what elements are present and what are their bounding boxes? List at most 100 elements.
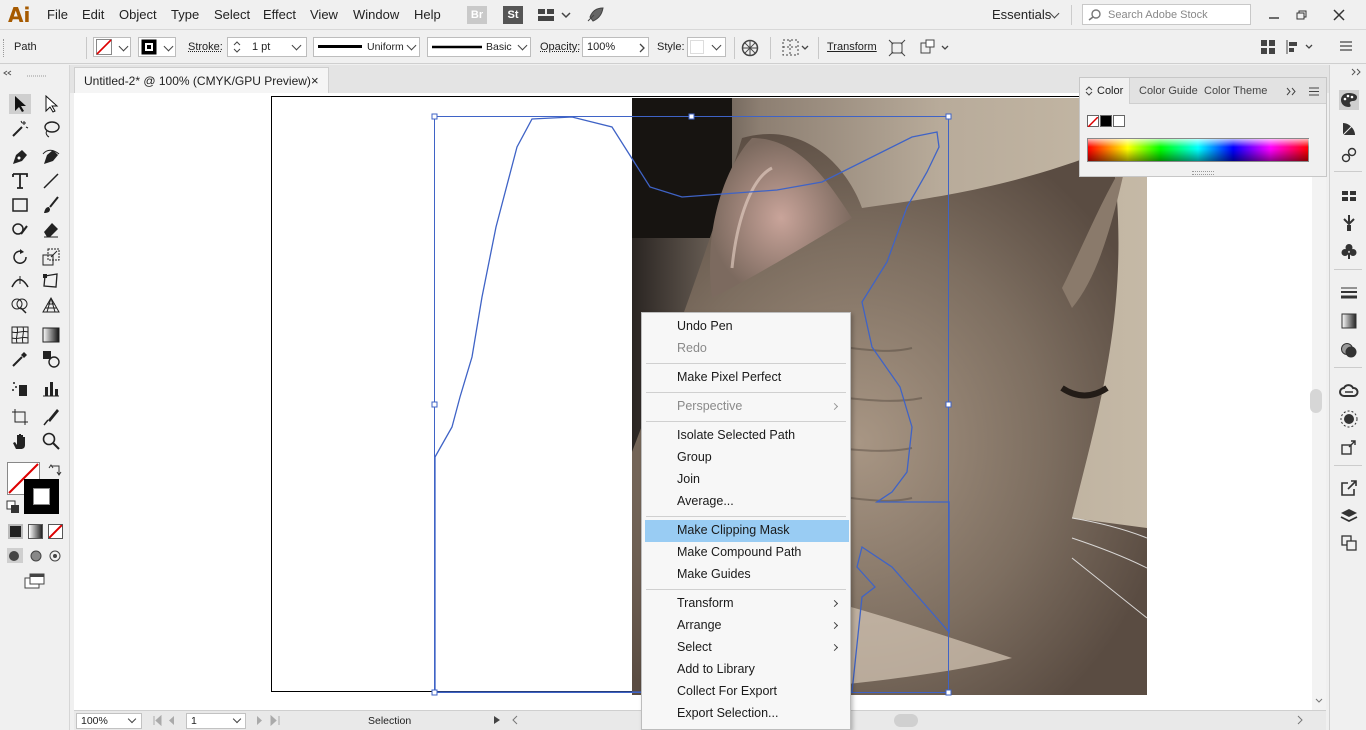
lasso-tool[interactable] xyxy=(40,119,62,139)
ctx-average[interactable]: Average... xyxy=(643,491,849,513)
slice-tool[interactable] xyxy=(40,407,62,427)
horizontal-scroll-thumb[interactable] xyxy=(894,714,918,727)
rotate-tool[interactable] xyxy=(9,247,31,267)
vertical-scroll-thumb[interactable] xyxy=(1310,389,1322,413)
scroll-left-arrow-icon[interactable] xyxy=(511,715,519,725)
zoom-level-dropdown[interactable]: 100% xyxy=(76,713,142,729)
blend-tool[interactable] xyxy=(40,349,62,369)
zoom-tool[interactable] xyxy=(40,431,62,451)
restore-button[interactable] xyxy=(1292,6,1312,24)
swatches-button[interactable] xyxy=(1339,186,1359,206)
ctx-arrange[interactable]: Arrange xyxy=(643,615,849,637)
stock-button[interactable]: St xyxy=(503,6,523,24)
vertical-scrollbar[interactable] xyxy=(1310,93,1326,710)
opacity-field[interactable]: 100% xyxy=(582,37,649,57)
free-transform-tool[interactable] xyxy=(40,271,62,291)
color-themes-button[interactable] xyxy=(1339,145,1359,165)
stroke-panel-button[interactable] xyxy=(1339,283,1359,303)
ctx-isolate-selected-path[interactable]: Isolate Selected Path xyxy=(643,425,849,447)
control-bar-menu-button[interactable] xyxy=(1338,39,1354,56)
stroke-swatch-dropdown[interactable] xyxy=(138,37,176,57)
default-fill-stroke-button[interactable] xyxy=(6,500,20,517)
stroke-weight-field[interactable]: 1 pt xyxy=(227,37,307,57)
bridge-button[interactable]: Br xyxy=(467,6,487,24)
color-spectrum-bar[interactable] xyxy=(1087,138,1310,162)
arrange-documents-button[interactable] xyxy=(536,6,572,24)
close-tab-button[interactable]: × xyxy=(311,73,319,88)
menu-view[interactable]: View xyxy=(310,7,338,22)
screen-mode-button[interactable] xyxy=(24,573,46,592)
export-button[interactable] xyxy=(1339,478,1359,498)
ctx-transform[interactable]: Transform xyxy=(643,593,849,615)
menu-edit[interactable]: Edit xyxy=(82,7,104,22)
ctx-collect-for-export[interactable]: Collect For Export xyxy=(643,681,849,703)
tab-color-guide[interactable]: Color Guide xyxy=(1139,85,1198,97)
eraser-tool[interactable] xyxy=(40,219,62,239)
artboard-tool[interactable] xyxy=(9,407,31,427)
ctx-make-compound-path[interactable]: Make Compound Path xyxy=(643,542,849,564)
brush-definition-dropdown[interactable]: Basic xyxy=(427,37,531,57)
draw-behind-button[interactable] xyxy=(28,548,44,566)
color-mode-button[interactable] xyxy=(8,524,23,539)
artboards-button[interactable] xyxy=(1339,533,1359,553)
tools-panel-header[interactable] xyxy=(3,67,69,77)
asset-export-button[interactable] xyxy=(1339,437,1359,457)
type-tool[interactable] xyxy=(9,171,31,191)
menu-window[interactable]: Window xyxy=(353,7,399,22)
scroll-down-arrow-icon[interactable] xyxy=(1315,698,1323,704)
symbols-button[interactable] xyxy=(1339,241,1359,261)
ctx-select[interactable]: Select xyxy=(643,637,849,659)
shape-builder-tool[interactable] xyxy=(9,295,31,315)
eyedropper-tool[interactable] xyxy=(9,349,31,369)
gradient-mode-button[interactable] xyxy=(28,524,43,539)
scroll-right-arrow-icon[interactable] xyxy=(1296,715,1304,725)
panel-fill-none-swatch[interactable] xyxy=(1087,115,1099,128)
perspective-grid-tool[interactable] xyxy=(40,295,62,315)
variable-width-profile-dropdown[interactable]: Uniform xyxy=(313,37,420,57)
menu-file[interactable]: File xyxy=(47,7,68,22)
rectangle-tool[interactable] xyxy=(9,195,31,215)
menu-help[interactable]: Help xyxy=(414,7,441,22)
hand-tool[interactable] xyxy=(9,431,31,451)
stepper-icon[interactable] xyxy=(232,39,242,55)
artboard-navigation-field[interactable]: 1 xyxy=(186,713,246,729)
gradient-tool[interactable] xyxy=(40,325,62,345)
stock-search-field[interactable]: Search Adobe Stock xyxy=(1082,4,1251,25)
menu-effect[interactable]: Effect xyxy=(263,7,296,22)
ctx-join[interactable]: Join xyxy=(643,469,849,491)
fill-swatch-dropdown[interactable] xyxy=(93,37,131,57)
grip-handle[interactable] xyxy=(3,39,6,57)
ctx-make-clipping-mask[interactable]: Make Clipping Mask xyxy=(645,520,849,542)
first-prev-artboard-icons[interactable] xyxy=(152,715,182,726)
ctx-export-selection[interactable]: Export Selection... xyxy=(643,703,849,725)
ctx-make-pixel-perfect[interactable]: Make Pixel Perfect xyxy=(643,367,849,389)
appearance-button[interactable] xyxy=(1339,409,1359,429)
swap-fill-stroke-button[interactable] xyxy=(48,462,62,479)
paintbrush-tool[interactable] xyxy=(40,195,62,215)
color-guide-button[interactable] xyxy=(1339,119,1359,139)
panel-menu-icon[interactable] xyxy=(1308,87,1320,96)
menu-object[interactable]: Object xyxy=(119,7,157,22)
layers-button[interactable] xyxy=(1339,506,1359,526)
distribute-dropdown-button[interactable] xyxy=(1286,39,1316,58)
minimize-button[interactable] xyxy=(1264,6,1284,24)
direct-selection-tool[interactable] xyxy=(40,94,62,114)
transparency-panel-button[interactable] xyxy=(1339,340,1359,360)
brushes-button[interactable] xyxy=(1339,213,1359,233)
status-menu-arrow-icon[interactable] xyxy=(493,715,501,725)
scale-tool[interactable] xyxy=(40,247,62,267)
ctx-group[interactable]: Group xyxy=(643,447,849,469)
ctx-add-to-library[interactable]: Add to Library xyxy=(643,659,849,681)
menu-type[interactable]: Type xyxy=(171,7,199,22)
draw-inside-button[interactable] xyxy=(47,548,63,566)
gradient-panel-button[interactable] xyxy=(1339,311,1359,331)
curvature-tool[interactable] xyxy=(40,147,62,167)
next-last-artboard-icons[interactable] xyxy=(254,715,284,726)
width-tool[interactable] xyxy=(9,271,31,291)
gpu-performance-button[interactable] xyxy=(585,6,605,24)
magic-wand-tool[interactable] xyxy=(9,119,31,139)
workspace-switcher[interactable]: Essentials xyxy=(992,7,1051,22)
panel-resize-grip[interactable] xyxy=(1192,171,1214,175)
menu-select[interactable]: Select xyxy=(214,7,250,22)
libraries-button[interactable] xyxy=(1339,381,1359,401)
